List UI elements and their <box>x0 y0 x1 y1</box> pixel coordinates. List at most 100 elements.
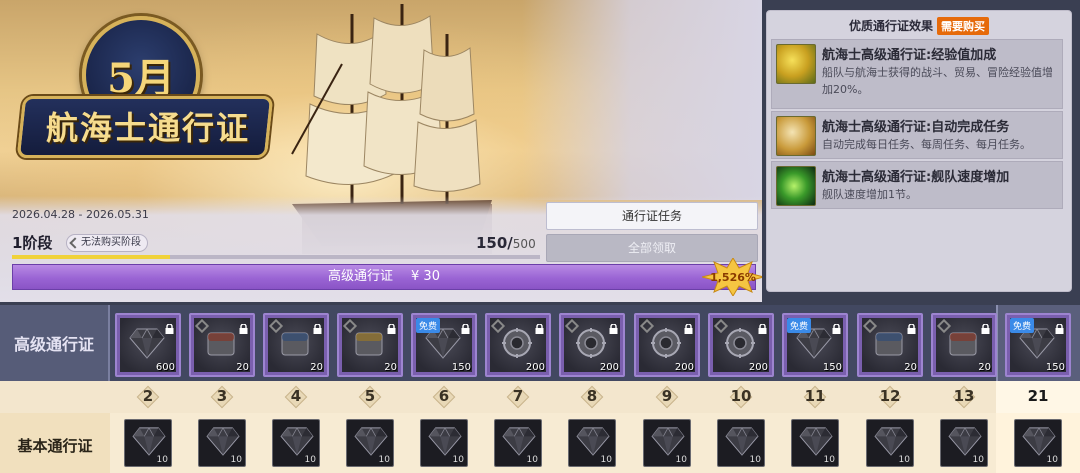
premium-reward-slot[interactable]: 200 <box>708 313 774 377</box>
effect-description: 船队与航海士获得的战斗、贸易、冒险经验值增加20%。 <box>822 66 1053 96</box>
gear-token-icon <box>573 327 609 359</box>
premium-reward-slot[interactable]: 20 <box>337 313 403 377</box>
basic-reward-slot[interactable]: 10 <box>791 419 839 467</box>
reward-quantity: 10 <box>972 455 984 465</box>
level-number: 13 <box>944 385 984 409</box>
lock-icon <box>609 319 618 334</box>
lock-icon <box>313 319 322 334</box>
progress-current: 150/ <box>476 234 513 252</box>
premium-pass-price: ¥ 30 <box>411 269 440 284</box>
level-label: 4 <box>290 387 302 405</box>
reward-quantity: 200 <box>599 362 619 373</box>
level-number: 7 <box>498 385 538 409</box>
basic-row-header: 基本通行证 <box>0 413 110 473</box>
level-label: 6 <box>438 387 450 405</box>
free-tag: 免费 <box>416 318 441 333</box>
basic-reward-slot[interactable]: 10 <box>272 419 320 467</box>
basic-reward-slot[interactable]: 10 <box>420 419 468 467</box>
premium-row-header: 高级通行证 <box>0 305 110 381</box>
premium-reward-slot[interactable]: 200 <box>634 313 700 377</box>
basic-reward-slot[interactable]: 10 <box>1014 419 1062 467</box>
stage-label: 1阶段 <box>12 234 53 252</box>
gem-icon <box>948 426 982 456</box>
effect-xp-bonus: 航海士高级通行证:经验值加成 船队与航海士获得的战斗、贸易、冒险经验值增加20%… <box>771 39 1063 109</box>
reward-quantity: 20 <box>310 362 323 373</box>
effect-name: 航海士高级通行证:舰队速度增加 <box>822 170 1010 185</box>
gem-icon <box>280 426 314 456</box>
premium-effects-panel: 优质通行证效果 需要购买 航海士高级通行证:经验值加成 船队与航海士获得的战斗、贸… <box>766 10 1072 292</box>
premium-reward-slot[interactable]: 20 <box>263 313 329 377</box>
premium-reward-slot[interactable]: 200 <box>485 313 551 377</box>
gem-icon <box>206 426 240 456</box>
pass-tasks-button[interactable]: 通行证任务 <box>546 202 758 230</box>
premium-reward-slot[interactable]: 免费 150 <box>411 313 477 377</box>
lock-icon <box>1055 319 1064 334</box>
banner-fade-right <box>522 0 762 200</box>
basic-reward-slot[interactable]: 10 <box>346 419 394 467</box>
basic-reward-slot[interactable]: 10 <box>643 419 691 467</box>
premium-reward-slot[interactable]: 600 <box>115 313 181 377</box>
premium-reward-slot[interactable]: 免费 150 <box>782 313 848 377</box>
basic-reward-slot[interactable]: 10 <box>494 419 542 467</box>
premium-reward-slot[interactable]: 20 <box>857 313 923 377</box>
effects-header: 优质通行证效果 需要购买 <box>767 17 1071 35</box>
level-number: 12 <box>870 385 910 409</box>
lock-icon <box>387 319 396 334</box>
purchase-required-tag[interactable]: 需要购买 <box>937 17 989 35</box>
reward-quantity: 10 <box>823 455 835 465</box>
premium-reward-slot[interactable]: 200 <box>559 313 625 377</box>
reward-quantity: 10 <box>304 455 316 465</box>
premium-reward-row: 高级通行证 600 20 20 20 免费 150 200 200 200 200 免费 150 20 2… <box>0 305 1080 381</box>
effect-name: 航海士高级通行证:经验值加成 <box>822 48 997 63</box>
buy-premium-pass-button[interactable]: 高级通行证 ¥ 30 <box>12 264 756 290</box>
reward-quantity: 10 <box>526 455 538 465</box>
level-label: 10 <box>730 387 752 405</box>
reward-quantity: 20 <box>236 362 249 373</box>
basic-reward-slot[interactable]: 10 <box>124 419 172 467</box>
reward-quantity: 10 <box>230 455 242 465</box>
basic-reward-slot[interactable]: 10 <box>717 419 765 467</box>
chest-icon <box>945 327 981 359</box>
free-tag: 免费 <box>1010 318 1035 333</box>
fleet-speed-icon <box>776 166 816 206</box>
premium-reward-slot[interactable]: 20 <box>189 313 255 377</box>
chest-icon <box>871 327 907 359</box>
basic-reward-row: 基本通行证 10 10 10 10 10 10 10 10 10 10 10 10 10 <box>0 413 1080 473</box>
basic-reward-slot[interactable]: 10 <box>568 419 616 467</box>
gem-icon <box>502 426 536 456</box>
reward-quantity: 200 <box>748 362 768 373</box>
level-number: 6 <box>424 385 464 409</box>
xp-progress-fill <box>12 255 171 259</box>
gear-token-icon <box>722 327 758 359</box>
level-label: 9 <box>661 387 673 405</box>
lock-icon <box>981 319 990 334</box>
gem-icon <box>651 426 685 456</box>
gear-token-icon <box>648 327 684 359</box>
gem-icon <box>874 426 908 456</box>
premium-reward-slot[interactable]: 免费 150 <box>1005 313 1071 377</box>
premium-row-label: 高级通行证 <box>13 335 94 354</box>
stage-status-badge[interactable]: 无法购买阶段 <box>66 234 148 252</box>
pass-date-range: 2026.04.28 - 2026.05.31 <box>12 208 149 221</box>
premium-reward-slot[interactable]: 20 <box>931 313 997 377</box>
reward-quantity: 10 <box>1046 455 1058 465</box>
level-number: 3 <box>202 385 242 409</box>
pass-banner: 5月 航海士通行证 2026.04.28 - 2026.05.31 1阶段 无法… <box>0 0 762 302</box>
basic-row-label: 基本通行证 <box>17 437 93 455</box>
lock-icon <box>165 319 174 334</box>
level-label: 3 <box>216 387 228 405</box>
level-label: 2 <box>142 387 154 405</box>
gem-icon <box>725 426 759 456</box>
xp-progress-bar <box>12 255 540 259</box>
basic-reward-slot[interactable]: 10 <box>866 419 914 467</box>
lock-icon <box>684 319 693 334</box>
basic-reward-slot[interactable]: 10 <box>198 419 246 467</box>
reward-quantity: 10 <box>600 455 612 465</box>
basic-reward-slot[interactable]: 10 <box>940 419 988 467</box>
pass-title: 航海士通行证 <box>45 109 250 147</box>
xp-boost-icon <box>776 44 816 84</box>
level-number: 4 <box>276 385 316 409</box>
value-burst-badge: 1,526% <box>701 257 762 297</box>
level-label: 5 <box>364 387 376 405</box>
reward-quantity: 20 <box>904 362 917 373</box>
